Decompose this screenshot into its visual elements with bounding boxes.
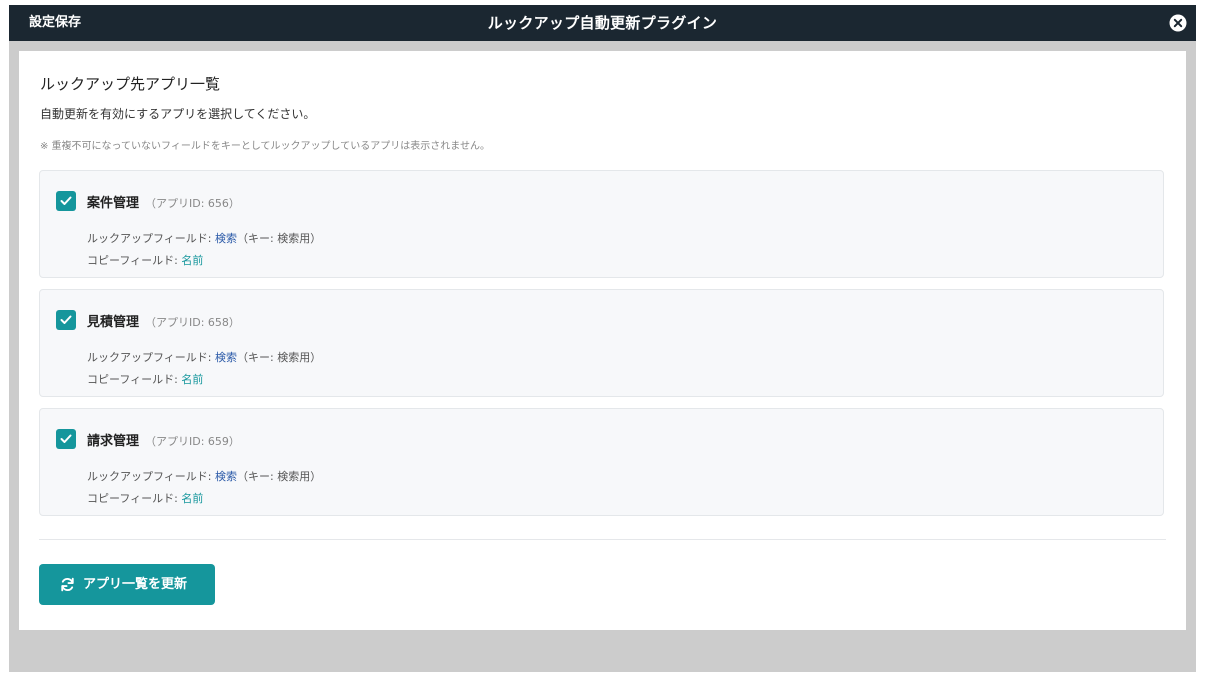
app-name: 見積管理 <box>87 315 140 330</box>
window-title: ルックアップ自動更新プラグイン <box>487 14 718 32</box>
app-id: （アプリID: 658） <box>145 316 240 329</box>
app-id: （アプリID: 659） <box>145 435 240 448</box>
copy-field-label: コピーフィールド: <box>87 373 178 386</box>
app-name-line: 見積管理 （アプリID: 658） <box>87 311 240 330</box>
lookup-key: （キー: 検索用） <box>237 232 322 245</box>
section-note: ※ 重複不可になっていないフィールドをキーとしてルックアップしているアプリは表示… <box>40 141 490 152</box>
app-checkbox[interactable] <box>56 429 76 449</box>
content-panel: ルックアップ先アプリ一覧 自動更新を有効にするアプリを選択してください。 ※ 重… <box>19 51 1186 630</box>
app-card: 見積管理 （アプリID: 658） ルックアップフィールド: 検索（キー: 検索用… <box>39 289 1164 397</box>
app-checkbox[interactable] <box>56 191 76 211</box>
lookup-key: （キー: 検索用） <box>237 470 322 483</box>
lookup-field-link[interactable]: 検索 <box>215 470 237 483</box>
app-checkbox[interactable] <box>56 310 76 330</box>
lookup-field-row: ルックアップフィールド: 検索（キー: 検索用） <box>87 349 321 365</box>
lookup-field-label: ルックアップフィールド: <box>87 232 212 245</box>
copy-field-row: コピーフィールド: 名前 <box>87 252 203 268</box>
title-bar: 設定保存 ルックアップ自動更新プラグイン <box>9 5 1196 41</box>
app-name: 請求管理 <box>87 434 140 449</box>
app-id: （アプリID: 656） <box>145 197 240 210</box>
app-card: 案件管理 （アプリID: 656） ルックアップフィールド: 検索（キー: 検索用… <box>39 170 1164 278</box>
lookup-field-link[interactable]: 検索 <box>215 232 237 245</box>
checkmark-icon <box>60 315 72 324</box>
app-name-line: 請求管理 （アプリID: 659） <box>87 430 240 449</box>
copy-field-link[interactable]: 名前 <box>181 373 203 386</box>
app-name: 案件管理 <box>87 196 140 211</box>
copy-field-label: コピーフィールド: <box>87 492 178 505</box>
refresh-button-label: アプリ一覧を更新 <box>83 577 188 592</box>
divider <box>39 539 1166 540</box>
refresh-app-list-button[interactable]: アプリ一覧を更新 <box>39 564 215 605</box>
copy-field-label: コピーフィールド: <box>87 254 178 267</box>
copy-field-link[interactable]: 名前 <box>181 254 203 267</box>
copy-field-row: コピーフィールド: 名前 <box>87 490 203 506</box>
lookup-field-label: ルックアップフィールド: <box>87 470 212 483</box>
plugin-window: 設定保存 ルックアップ自動更新プラグイン ルックアップ先アプリ一覧 自動更新を有… <box>9 5 1196 672</box>
app-card: 請求管理 （アプリID: 659） ルックアップフィールド: 検索（キー: 検索用… <box>39 408 1164 516</box>
lookup-field-row: ルックアップフィールド: 検索（キー: 検索用） <box>87 468 321 484</box>
checkmark-icon <box>60 196 72 205</box>
checkmark-icon <box>60 434 72 443</box>
close-icon[interactable] <box>1169 14 1187 32</box>
app-name-line: 案件管理 （アプリID: 656） <box>87 192 240 211</box>
lookup-field-row: ルックアップフィールド: 検索（キー: 検索用） <box>87 230 321 246</box>
copy-field-link[interactable]: 名前 <box>181 492 203 505</box>
lookup-key: （キー: 検索用） <box>237 351 322 364</box>
lookup-field-link[interactable]: 検索 <box>215 351 237 364</box>
refresh-icon <box>61 577 74 592</box>
section-description: 自動更新を有効にするアプリを選択してください。 <box>40 107 316 121</box>
lookup-field-label: ルックアップフィールド: <box>87 351 212 364</box>
section-heading: ルックアップ先アプリ一覧 <box>40 75 221 93</box>
copy-field-row: コピーフィールド: 名前 <box>87 371 203 387</box>
